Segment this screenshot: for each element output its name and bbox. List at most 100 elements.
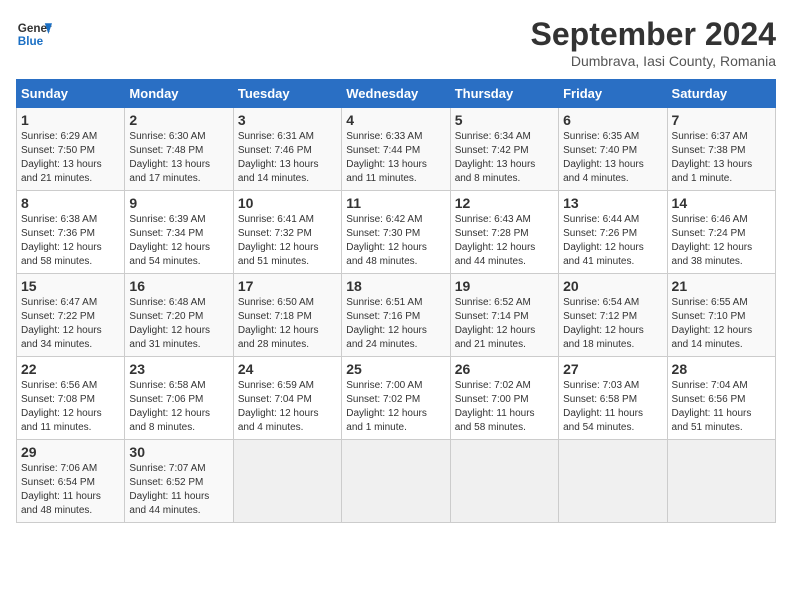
calendar-cell: 4 Sunrise: 6:33 AM Sunset: 7:44 PM Daylig… [342,108,450,191]
calendar-cell: 21 Sunrise: 6:55 AM Sunset: 7:10 PM Dayli… [667,274,775,357]
day-number: 1 [21,112,120,128]
day-number: 5 [455,112,554,128]
calendar-cell: 1 Sunrise: 6:29 AM Sunset: 7:50 PM Daylig… [17,108,125,191]
day-number: 7 [672,112,771,128]
location-subtitle: Dumbrava, Iasi County, Romania [531,53,776,69]
day-info: Sunrise: 6:43 AM Sunset: 7:28 PM Dayligh… [455,213,554,269]
day-header-friday: Friday [559,80,667,108]
day-info: Sunrise: 6:42 AM Sunset: 7:30 PM Dayligh… [346,213,445,269]
day-number: 19 [455,278,554,294]
day-number: 22 [21,361,120,377]
day-number: 13 [563,195,662,211]
day-number: 6 [563,112,662,128]
day-info: Sunrise: 6:55 AM Sunset: 7:10 PM Dayligh… [672,296,771,352]
day-number: 8 [21,195,120,211]
day-info: Sunrise: 6:59 AM Sunset: 7:04 PM Dayligh… [238,379,337,435]
day-header-wednesday: Wednesday [342,80,450,108]
calendar-cell: 7 Sunrise: 6:37 AM Sunset: 7:38 PM Daylig… [667,108,775,191]
calendar-cell [559,440,667,523]
calendar-cell [233,440,341,523]
day-info: Sunrise: 6:31 AM Sunset: 7:46 PM Dayligh… [238,130,337,186]
calendar-cell: 26 Sunrise: 7:02 AM Sunset: 7:00 PM Dayli… [450,357,558,440]
calendar-cell: 28Sunrise: 7:04 AM Sunset: 6:56 PM Dayli… [667,357,775,440]
day-info: Sunrise: 6:38 AM Sunset: 7:36 PM Dayligh… [21,213,120,269]
calendar-week-2: 8 Sunrise: 6:38 AM Sunset: 7:36 PM Daylig… [17,191,776,274]
day-header-sunday: Sunday [17,80,125,108]
day-number: 10 [238,195,337,211]
day-header-saturday: Saturday [667,80,775,108]
calendar-week-1: 1 Sunrise: 6:29 AM Sunset: 7:50 PM Daylig… [17,108,776,191]
calendar-cell: 8 Sunrise: 6:38 AM Sunset: 7:36 PM Daylig… [17,191,125,274]
day-number: 9 [129,195,228,211]
calendar-cell: 15 Sunrise: 6:47 AM Sunset: 7:22 PM Dayli… [17,274,125,357]
calendar-cell: 13 Sunrise: 6:44 AM Sunset: 7:26 PM Dayli… [559,191,667,274]
calendar-cell: 23 Sunrise: 6:58 AM Sunset: 7:06 PM Dayli… [125,357,233,440]
day-number: 21 [672,278,771,294]
day-info: Sunrise: 6:46 AM Sunset: 7:24 PM Dayligh… [672,213,771,269]
calendar-cell [342,440,450,523]
header: General Blue September 2024 Dumbrava, Ia… [16,16,776,69]
day-info: Sunrise: 7:06 AM Sunset: 6:54 PM Dayligh… [21,462,120,518]
calendar-cell: 11 Sunrise: 6:42 AM Sunset: 7:30 PM Dayli… [342,191,450,274]
month-title: September 2024 [531,16,776,53]
day-info: Sunrise: 7:04 AM Sunset: 6:56 PM Dayligh… [672,379,771,435]
header-row: SundayMondayTuesdayWednesdayThursdayFrid… [17,80,776,108]
day-info: Sunrise: 6:52 AM Sunset: 7:14 PM Dayligh… [455,296,554,352]
calendar-week-4: 22 Sunrise: 6:56 AM Sunset: 7:08 PM Dayli… [17,357,776,440]
day-number: 24 [238,361,337,377]
day-number: 18 [346,278,445,294]
calendar-cell: 27Sunrise: 7:03 AM Sunset: 6:58 PM Dayli… [559,357,667,440]
calendar-week-5: 29 Sunrise: 7:06 AM Sunset: 6:54 PM Dayli… [17,440,776,523]
day-info: Sunrise: 6:29 AM Sunset: 7:50 PM Dayligh… [21,130,120,186]
calendar-cell: 6Sunrise: 6:35 AM Sunset: 7:40 PM Daylig… [559,108,667,191]
calendar-cell: 29 Sunrise: 7:06 AM Sunset: 6:54 PM Dayli… [17,440,125,523]
calendar-table: SundayMondayTuesdayWednesdayThursdayFrid… [16,79,776,523]
day-info: Sunrise: 7:00 AM Sunset: 7:02 PM Dayligh… [346,379,445,435]
day-number: 25 [346,361,445,377]
calendar-cell: 9 Sunrise: 6:39 AM Sunset: 7:34 PM Daylig… [125,191,233,274]
day-info: Sunrise: 6:30 AM Sunset: 7:48 PM Dayligh… [129,130,228,186]
day-number: 11 [346,195,445,211]
day-number: 2 [129,112,228,128]
day-header-tuesday: Tuesday [233,80,341,108]
calendar-cell: 14 Sunrise: 6:46 AM Sunset: 7:24 PM Dayli… [667,191,775,274]
calendar-cell: 19 Sunrise: 6:52 AM Sunset: 7:14 PM Dayli… [450,274,558,357]
calendar-week-3: 15 Sunrise: 6:47 AM Sunset: 7:22 PM Dayli… [17,274,776,357]
day-info: Sunrise: 6:56 AM Sunset: 7:08 PM Dayligh… [21,379,120,435]
day-number: 4 [346,112,445,128]
day-info: Sunrise: 7:02 AM Sunset: 7:00 PM Dayligh… [455,379,554,435]
day-header-monday: Monday [125,80,233,108]
day-info: Sunrise: 6:51 AM Sunset: 7:16 PM Dayligh… [346,296,445,352]
day-number: 14 [672,195,771,211]
day-number: 26 [455,361,554,377]
calendar-cell: 16Sunrise: 6:48 AM Sunset: 7:20 PM Dayli… [125,274,233,357]
day-number: 30 [129,444,228,460]
day-info: Sunrise: 6:44 AM Sunset: 7:26 PM Dayligh… [563,213,662,269]
day-number: 3 [238,112,337,128]
calendar-cell [667,440,775,523]
day-info: Sunrise: 6:39 AM Sunset: 7:34 PM Dayligh… [129,213,228,269]
title-area: September 2024 Dumbrava, Iasi County, Ro… [531,16,776,69]
logo: General Blue [16,16,52,52]
day-info: Sunrise: 6:37 AM Sunset: 7:38 PM Dayligh… [672,130,771,186]
day-number: 20 [563,278,662,294]
calendar-cell: 18 Sunrise: 6:51 AM Sunset: 7:16 PM Dayli… [342,274,450,357]
calendar-cell: 3 Sunrise: 6:31 AM Sunset: 7:46 PM Daylig… [233,108,341,191]
day-number: 29 [21,444,120,460]
day-header-thursday: Thursday [450,80,558,108]
day-info: Sunrise: 6:47 AM Sunset: 7:22 PM Dayligh… [21,296,120,352]
day-info: Sunrise: 6:33 AM Sunset: 7:44 PM Dayligh… [346,130,445,186]
day-number: 15 [21,278,120,294]
calendar-cell: 2 Sunrise: 6:30 AM Sunset: 7:48 PM Daylig… [125,108,233,191]
day-number: 12 [455,195,554,211]
day-number: 23 [129,361,228,377]
day-number: 17 [238,278,337,294]
calendar-cell: 17Sunrise: 6:50 AM Sunset: 7:18 PM Dayli… [233,274,341,357]
logo-icon: General Blue [16,16,52,52]
calendar-cell: 20Sunrise: 6:54 AM Sunset: 7:12 PM Dayli… [559,274,667,357]
day-info: Sunrise: 6:34 AM Sunset: 7:42 PM Dayligh… [455,130,554,186]
calendar-cell: 30Sunrise: 7:07 AM Sunset: 6:52 PM Dayli… [125,440,233,523]
calendar-cell: 10Sunrise: 6:41 AM Sunset: 7:32 PM Dayli… [233,191,341,274]
day-info: Sunrise: 6:58 AM Sunset: 7:06 PM Dayligh… [129,379,228,435]
day-number: 16 [129,278,228,294]
